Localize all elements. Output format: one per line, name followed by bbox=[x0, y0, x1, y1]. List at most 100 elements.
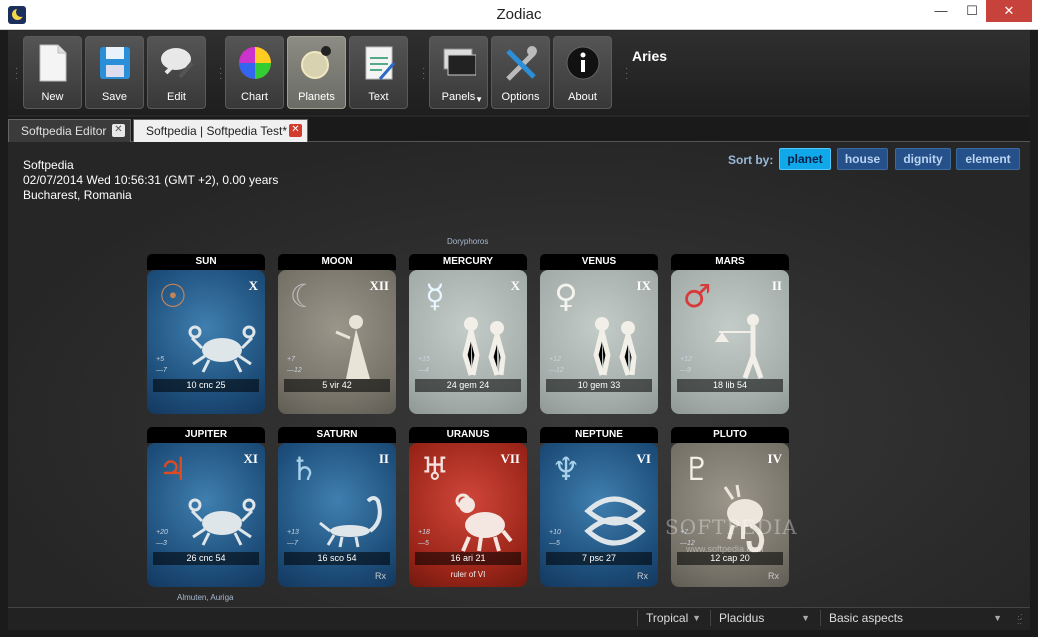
retrograde-icon: Rx bbox=[375, 571, 386, 581]
crab-icon bbox=[188, 325, 256, 373]
chart-name: Softpedia bbox=[23, 158, 74, 172]
chart-info: Softpedia 02/07/2014 Wed 10:56:31 (GMT +… bbox=[23, 158, 278, 203]
card-body: ☾ XII +7 —12 5 vir 42 bbox=[278, 270, 396, 414]
card-house: II bbox=[771, 278, 782, 293]
ram-icon bbox=[455, 493, 513, 552]
options-button[interactable]: Options bbox=[491, 36, 550, 109]
close-tab-icon[interactable]: ✕ bbox=[112, 124, 125, 137]
almuten-note: Almuten, Auriga bbox=[177, 593, 234, 602]
card-body: ☿ X +15 —4 24 gem 24 bbox=[409, 270, 527, 414]
chart-button[interactable]: Chart bbox=[225, 36, 284, 109]
chart-place: Bucharest, Romania bbox=[23, 188, 132, 202]
minimize-button[interactable]: — bbox=[926, 0, 956, 22]
fish-icon bbox=[584, 496, 646, 546]
planet-card-sun[interactable]: SUN ☉ X +5 —7 10 cnc 25 bbox=[147, 254, 265, 414]
toolbar-grip[interactable]: · · · bbox=[219, 64, 223, 84]
planet-card-venus[interactable]: VENUS ♀ IX +12 —12 10 gem 33 bbox=[540, 254, 658, 414]
retrograde-icon: Rx bbox=[637, 571, 648, 581]
info-icon bbox=[566, 46, 600, 80]
maximize-button[interactable]: ☐ bbox=[957, 0, 987, 22]
virgin-icon bbox=[335, 315, 370, 379]
title-bar: Zodiac — ☐ ✕ bbox=[0, 0, 1038, 30]
text-document-icon bbox=[365, 46, 396, 80]
zodiac-type-dropdown[interactable]: Tropical ▼ bbox=[637, 610, 707, 626]
card-house: IX bbox=[636, 278, 651, 293]
card-planet-name: SATURN bbox=[278, 427, 396, 443]
planet-card-neptune[interactable]: NEPTUNE ♆ VI +10 —5 7 psc 27 Rx bbox=[540, 427, 658, 587]
crab-icon bbox=[188, 498, 256, 546]
card-planet-name: SUN bbox=[147, 254, 265, 270]
text-button[interactable]: Text bbox=[349, 36, 408, 109]
about-button[interactable]: About bbox=[553, 36, 612, 109]
card-body: ♆ VI +10 —5 7 psc 27 Rx bbox=[540, 443, 658, 587]
card-position: 16 sco 54 bbox=[284, 552, 390, 565]
card-scores: +12 —12 bbox=[549, 356, 564, 374]
save-button[interactable]: Save bbox=[85, 36, 144, 109]
card-planet-name: URANUS bbox=[409, 427, 527, 443]
close-tab-icon[interactable]: ✕ bbox=[289, 124, 302, 137]
resize-grip-icon[interactable]: ·::: bbox=[1017, 612, 1023, 626]
twins-icon bbox=[593, 317, 637, 376]
panels-windows-icon bbox=[443, 48, 476, 76]
card-scores: +18 —5 bbox=[418, 529, 430, 547]
card-house: X bbox=[510, 278, 520, 293]
floppy-disk-icon bbox=[100, 47, 130, 79]
card-planet-name: JUPITER bbox=[147, 427, 265, 443]
twins-icon bbox=[462, 317, 506, 376]
tab-softpedia-test[interactable]: Softpedia | Softpedia Test* ✕ bbox=[133, 119, 308, 142]
card-scores: +15 —4 bbox=[418, 356, 430, 374]
scorpion-icon bbox=[319, 496, 382, 548]
planet-card-jupiter[interactable]: JUPITER ♃ XI +20 —3 26 cnc 54 bbox=[147, 427, 265, 587]
card-scores: +20 —3 bbox=[156, 529, 168, 547]
window-title: Zodiac bbox=[496, 6, 542, 23]
house-system-dropdown[interactable]: Placidus ▼ bbox=[710, 610, 816, 626]
sort-planet-button[interactable]: planet bbox=[779, 148, 831, 170]
color-wheel-icon bbox=[239, 47, 271, 79]
card-position: 16 ari 21 bbox=[415, 552, 521, 565]
card-house: VII bbox=[500, 451, 520, 466]
card-body: ♂ II +12 —9 18 lib 54 bbox=[671, 270, 789, 414]
card-body: ♃ XI +20 —3 26 cnc 54 bbox=[147, 443, 265, 587]
card-planet-name: MERCURY bbox=[409, 254, 527, 270]
card-house: X bbox=[248, 278, 258, 293]
doryphoros-note: Doryphoros bbox=[447, 237, 489, 246]
card-planet-name: PLUTO bbox=[671, 427, 789, 443]
card-scores: +10 —5 bbox=[549, 529, 561, 547]
card-position: 10 gem 33 bbox=[546, 379, 652, 392]
sort-house-button[interactable]: house bbox=[837, 148, 888, 170]
card-scores: +5 —7 bbox=[156, 356, 167, 374]
card-scores: +13 —7 bbox=[287, 529, 299, 547]
card-body: ♅ VII +18 —5 16 ari 21 ruler of VI bbox=[409, 443, 527, 587]
planet-card-uranus[interactable]: URANUS ♅ VII +18 —5 16 ari 21 ruler of VI bbox=[409, 427, 527, 587]
dropdown-arrow-icon: ▼ bbox=[993, 613, 1002, 623]
card-scores: +7 —12 bbox=[287, 356, 302, 374]
sort-by-label: Sort by: bbox=[728, 153, 774, 167]
card-planet-name: NEPTUNE bbox=[540, 427, 658, 443]
aspects-dropdown[interactable]: Basic aspects ▼ bbox=[820, 610, 1008, 626]
card-house: XII bbox=[369, 278, 389, 293]
card-house: IV bbox=[767, 451, 782, 466]
toolbar-grip[interactable]: · · · bbox=[625, 64, 629, 84]
planet-card-saturn[interactable]: SATURN ♄ II +13 —7 16 sco 54 Rx bbox=[278, 427, 396, 587]
edit-pencil-icon bbox=[161, 48, 194, 79]
planet-card-mercury[interactable]: MERCURY ☿ X +15 —4 24 gem 24 bbox=[409, 254, 527, 414]
card-scores: +12 —9 bbox=[680, 356, 692, 374]
sort-element-button[interactable]: element bbox=[956, 148, 1020, 170]
planets-button[interactable]: Planets bbox=[287, 36, 346, 109]
watermark-url: www.softpedia.com bbox=[686, 544, 764, 554]
tab-softpedia-editor[interactable]: Softpedia Editor ✕ bbox=[8, 119, 131, 142]
toolbar-grip[interactable]: · · · bbox=[422, 64, 426, 84]
watermark: SOFTPEDIA bbox=[665, 515, 798, 539]
new-button[interactable]: New bbox=[23, 36, 82, 109]
edit-button[interactable]: Edit bbox=[147, 36, 206, 109]
current-sign-label: Aries bbox=[632, 48, 668, 64]
dropdown-arrow-icon: ▼ bbox=[475, 95, 483, 104]
planet-card-mars[interactable]: MARS ♂ II +12 —9 18 lib 54 bbox=[671, 254, 789, 414]
toolbar-grip[interactable]: · · · bbox=[15, 64, 19, 84]
planet-card-moon[interactable]: MOON ☾ XII +7 —12 5 vir 42 bbox=[278, 254, 396, 414]
planet-card-pluto[interactable]: PLUTO ♇ IV +7 —12 12 cap 20 Rx bbox=[671, 427, 789, 587]
sort-dignity-button[interactable]: dignity bbox=[895, 148, 951, 170]
dropdown-arrow-icon: ▼ bbox=[801, 613, 810, 623]
panels-button[interactable]: Panels ▼ bbox=[429, 36, 488, 109]
close-window-button[interactable]: ✕ bbox=[986, 0, 1032, 22]
